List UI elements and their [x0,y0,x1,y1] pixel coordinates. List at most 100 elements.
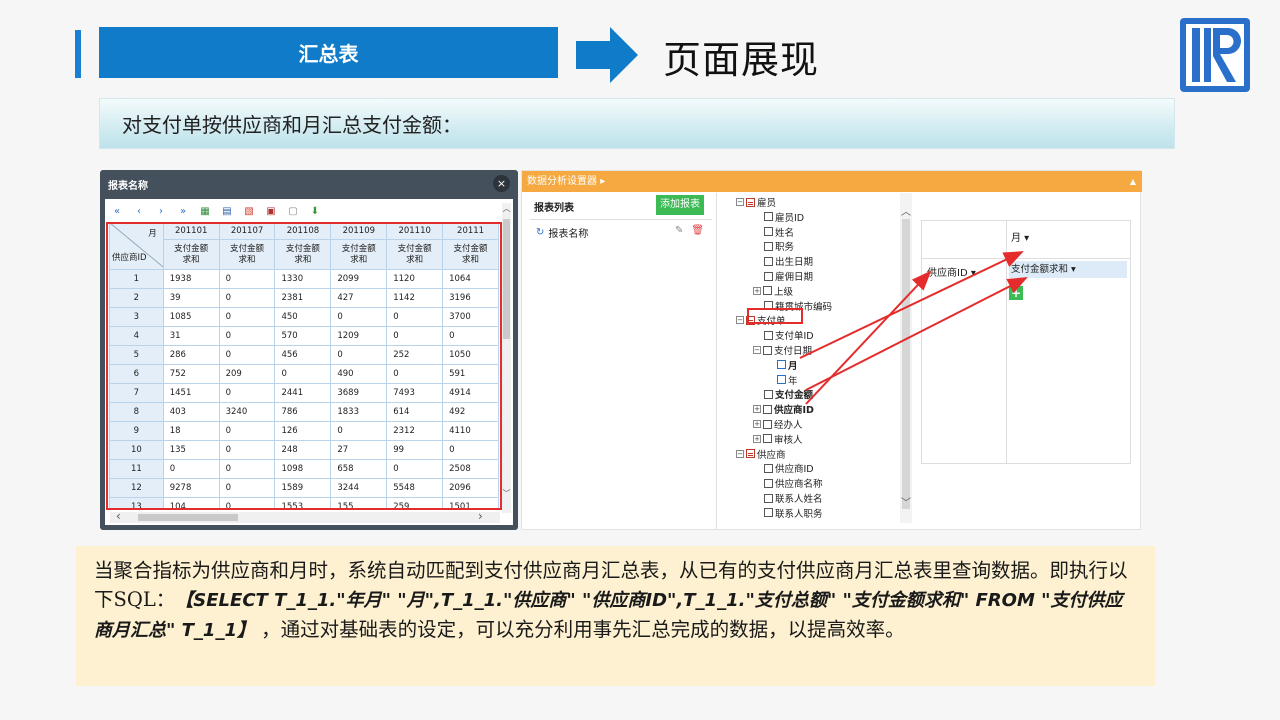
delete-icon[interactable]: 🗑 [691,225,704,236]
tree-node[interactable]: 出生日期 [753,254,813,268]
last-page-icon[interactable]: » [176,204,190,218]
caret-right-icon: ▸ [600,176,606,187]
grid-vertical-scrollbar[interactable]: ︿ ﹀ [502,203,511,513]
tree-node[interactable]: 联系人职务 [753,506,823,520]
tree-node-label: 联系人职务 [775,508,823,520]
tree-node[interactable]: 供应商ID [753,461,814,475]
right-arrow-icon [576,27,638,83]
scroll-down-icon[interactable]: ﹀ [502,488,511,499]
expand-node-icon[interactable]: + [753,434,761,443]
excel-export-icon[interactable]: ▦ [198,204,212,218]
refresh-icon[interactable]: ↻ [536,227,544,238]
tree-node[interactable]: 月 [766,358,798,372]
configurator-header[interactable]: 数据分析设置器 ▸ ▲ [522,171,1142,192]
scroll-right-icon[interactable]: › [478,509,483,523]
next-page-icon[interactable]: › [154,204,168,218]
report-item-label: 报表名称 [548,229,589,240]
divider [530,219,712,220]
scrollbar-thumb[interactable] [902,219,910,509]
word-export-icon[interactable]: ▤ [220,204,234,218]
tree-node-label: 上级 [774,286,794,298]
collapse-node-icon[interactable]: − [753,346,761,354]
download-icon[interactable]: ⬇ [308,204,322,218]
tree-node[interactable]: − 供应商 [736,447,786,461]
tree-node-label: 雇员 [757,198,777,209]
tree-node-label: 供应商ID [774,405,814,417]
prev-page-icon[interactable]: ‹ [132,204,146,218]
expand-node-icon[interactable]: + [753,420,761,428]
first-page-icon[interactable]: « [110,204,124,218]
edit-icon[interactable]: ✎ [675,225,683,236]
tree-node[interactable]: 职务 [753,239,794,253]
tree-scrollbar[interactable]: ︿ ﹀ [900,193,912,523]
tree-node[interactable]: + 经办人 [753,417,803,431]
divider [716,193,717,529]
report-window: 报表名称 × « ‹ › » ▦ ▤ ▧ ▣ ▢ ⬇ 月 供应商ID 20110… [100,170,518,530]
tree-node[interactable]: 支付金额 [753,387,813,401]
page-title: 页面展现 [663,38,820,82]
expand-node-icon[interactable]: + [753,405,761,414]
tree-node-label: 姓名 [775,227,795,239]
tree-node[interactable]: 供应商名称 [753,476,823,490]
field-tree: − 雇员 雇员ID 姓名 职务 出生日期 雇佣日期 + 上级 籍贯城市编码 − 支付单 支付单ID − 支付… [736,193,896,523]
tree-node-label: 雇员ID [775,212,805,224]
tree-node-label: 供应商 [757,449,786,461]
tree-node[interactable]: − 支付日期 [753,343,812,357]
field-icon [764,227,773,237]
field-icon [764,256,773,266]
field-icon [763,404,772,414]
text-export-icon[interactable]: ▢ [286,204,300,218]
print-icon[interactable]: ▣ [264,204,278,218]
tree-node[interactable]: 雇员ID [753,210,804,224]
tree-node[interactable]: 雇佣日期 [753,269,813,283]
field-icon [764,212,773,222]
tree-node[interactable]: 城市编码 [753,521,813,523]
collapse-node-icon[interactable]: − [736,198,744,206]
field-icon [763,286,772,296]
add-report-button[interactable]: 添加报表 [656,195,704,215]
tree-node[interactable]: 支付单ID [753,328,814,342]
accent-bar [75,30,81,78]
subtitle: 对支付单按供应商和月汇总支付金额： [99,98,1175,149]
tree-node[interactable]: 姓名 [753,225,794,239]
expand-node-icon[interactable]: + [753,286,761,295]
tree-node-label: 支付日期 [774,346,813,357]
tree-node[interactable]: + 上级 [753,284,793,298]
scroll-up-icon[interactable]: ︿ [900,203,912,218]
collapse-node-icon[interactable]: − [736,316,744,325]
grid-highlight-frame [106,222,502,510]
report-body: « ‹ › » ▦ ▤ ▧ ▣ ▢ ⬇ 月 供应商ID 201101 20110… [105,199,513,525]
field-icon [763,345,772,355]
field-icon [764,241,773,251]
close-button[interactable]: × [493,175,510,192]
grid-horizontal-scrollbar[interactable]: ‹ › [110,509,500,523]
measure-field[interactable]: 支付金额求和 ▾ [1009,261,1127,278]
field-icon [764,389,773,399]
field-icon [763,434,772,444]
report-list-title: 报表列表 [534,203,574,214]
add-measure-button[interactable]: + [1009,286,1023,300]
tree-node-label: 月 [788,360,798,372]
collapse-icon[interactable]: ▲ [1130,171,1136,192]
row-field-supplier[interactable]: 供应商ID ▾ [927,264,976,279]
field-icon [764,271,773,281]
tree-node[interactable]: + 供应商ID [753,402,814,416]
field-icon [777,375,786,385]
tree-node[interactable]: 年 [766,373,798,387]
column-field-month[interactable]: 月 ▾ [1011,229,1029,244]
tree-node[interactable]: + 审核人 [753,432,803,446]
report-list-item[interactable]: ↻ 报表名称 [536,225,588,240]
tree-node[interactable]: − 雇员 [736,195,776,209]
pdf-export-icon[interactable]: ▧ [242,204,256,218]
tree-node-label: 年 [788,375,798,387]
field-icon [764,508,773,518]
scroll-left-icon[interactable]: ‹ [116,509,121,523]
collapse-node-icon[interactable]: − [736,449,744,458]
scrollbar-thumb[interactable] [503,219,510,339]
scrollbar-thumb[interactable] [138,514,238,521]
configurator-title: 数据分析设置器 [527,176,597,187]
tree-node[interactable]: 联系人姓名 [753,491,823,505]
scroll-up-icon[interactable]: ︿ [502,203,511,214]
field-icon [763,419,772,429]
scroll-down-icon[interactable]: ﹀ [900,494,912,509]
